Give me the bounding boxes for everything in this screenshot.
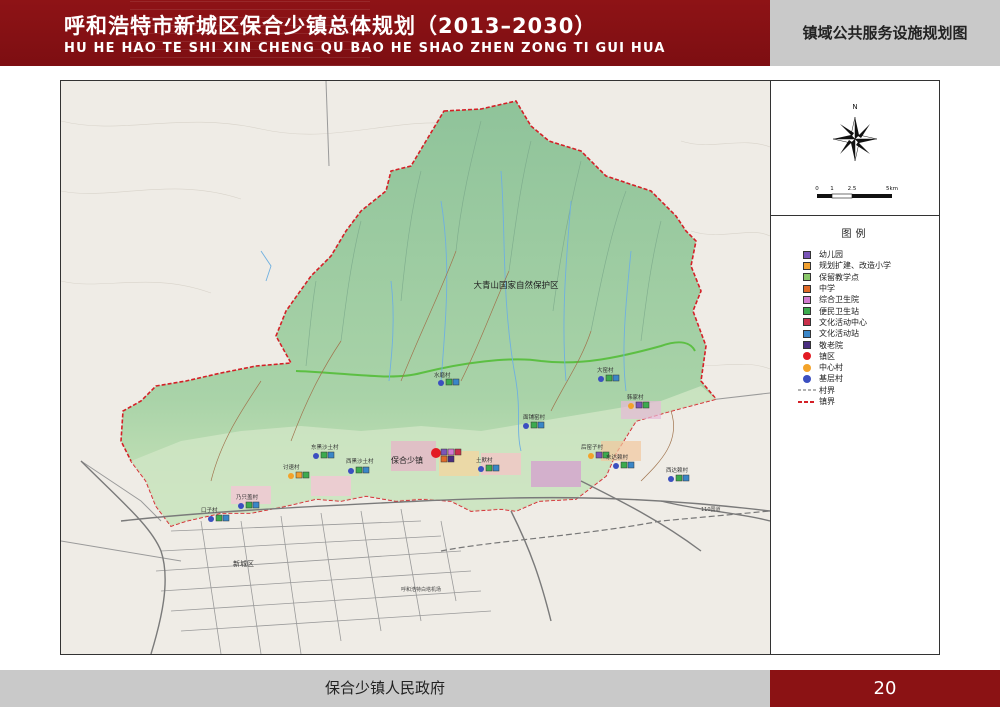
legend-list: 幼儿园 规划扩建、改造小学 保留教学点中学 综合卫生院 便民卫生站 文化活动中心 文化活动站… [798,249,891,407]
plan-title-pinyin: HU HE HAO TE SHI XIN CHENG QU BAO HE SHA… [64,41,666,56]
scale-label: 5km [886,186,898,192]
scale-bar: 0 1 2.5 5km [815,186,898,199]
legend-label: 文化活动中心 [819,317,867,327]
legend-item: 基层村 [798,373,891,384]
legend-item: 保留教学点 [798,272,891,283]
legend-label: 保留教学点 [819,272,859,282]
legend-item: 镇区 [798,351,891,362]
legend-label: 基层村 [819,374,843,384]
road-label: 呼和浩特白塔机场 [401,586,441,593]
village-marker [208,516,214,522]
legend-square-icon [798,340,816,350]
legend-item: 文化活动站 [798,328,891,339]
village-marker [523,423,529,429]
village-marker [288,473,294,479]
village-label: 讨速村 [283,463,300,471]
village-label: 乃只盖村 [236,493,259,501]
village-marker [238,503,244,509]
legend-item: 综合卫生院 [798,294,891,305]
legend-label: 综合卫生院 [819,295,859,305]
page-number: 20 [873,678,897,699]
header: 呼和浩特市新城区保合少镇总体规划（2013–2030） HU HE HAO TE… [0,0,1000,66]
village-label: 西黑沙土村 [346,457,374,465]
scale-label: 2.5 [848,186,857,192]
village-marker [598,376,604,382]
legend-square-icon [798,250,816,260]
legend-dot-icon [798,374,816,384]
north-arrow-icon: N 0 1 2.5 5km [815,103,898,199]
village-marker [438,380,444,386]
compass-box: N 0 1 2.5 5km [771,81,940,216]
town-label: 保合少镇 [391,455,423,465]
village-marker [668,476,674,482]
legend-square-icon [798,261,816,271]
legend-square-icon [798,329,816,339]
village-label: 后窑子村 [581,443,604,451]
xincheng-label: 新城区 [233,559,254,568]
plan-title: 呼和浩特市新城区保合少镇总体规划（2013–2030） [64,14,597,38]
legend-dashed-line-icon [798,385,816,395]
village-label: 土默村 [476,456,493,464]
map-canvas: 大青山国家自然保护区 保合少镇 新城区 水磨村 面铺窑村 大窑村 韩家村 后窑子… [61,81,770,654]
legend-square-icon [798,295,816,305]
legend-label: 幼儿园 [819,250,843,260]
legend-title: 图例 [841,229,870,240]
legend-square-icon [798,306,816,316]
footer-organization: 保合少镇人民政府 [324,679,445,697]
village-label: 大窑村 [597,366,614,374]
town-center-marker [431,448,441,458]
village-label: 口子村 [201,506,218,514]
legend-boundary-line-icon [798,397,816,407]
legend-label: 敬老院 [819,340,843,350]
legend-square-icon [798,317,816,327]
map-frame: 大青山国家自然保护区 保合少镇 新城区 水磨村 面铺窑村 大窑村 韩家村 后窑子… [60,80,940,655]
village-label: 东黑沙土村 [311,443,339,451]
scale-label: 1 [830,186,834,192]
legend-item: 幼儿园 [798,249,891,260]
side-panel: N 0 1 2.5 5km 图例 幼儿园 规划扩建、改造小学 保留教学点 中学 … [770,81,940,654]
legend-label: 便民卫生站 [819,306,859,316]
village-marker [588,453,594,459]
map-svg: 大青山国家自然保护区 保合少镇 新城区 水磨村 面铺窑村 大窑村 韩家村 后窑子… [61,81,770,654]
map-title: 镇域公共服务设施规划图 [802,24,968,42]
footer: 保合少镇人民政府 20 [0,670,1000,707]
legend-dot-icon [798,351,816,361]
legend-item: 中学 [798,283,891,294]
legend-dot-icon [798,363,816,373]
village-label: 面铺窑村 [523,413,546,421]
village-marker [628,403,634,409]
village-marker [613,463,619,469]
legend-label: 中心村 [819,363,843,373]
legend-item: 文化活动中心 [798,317,891,328]
village-label: 东达赖村 [606,453,629,461]
legend-item: 村界 [798,385,891,396]
legend-square-icon [798,272,816,282]
legend-item: 镇界 [798,396,891,407]
village-label: 韩家村 [627,393,644,401]
legend-label: 村界 [819,385,835,395]
village-label: 水磨村 [434,371,451,379]
village-label: 西达赖村 [666,466,689,474]
compass-rose-icon [832,116,878,162]
legend-label: 镇区 [819,351,835,361]
legend-square-icon [798,284,816,294]
village-marker [348,468,354,474]
legend-label: 镇界 [819,397,835,406]
legend-label: 文化活动站 [819,329,859,339]
road-label: 110国道 [701,506,721,513]
legend-label: 中学 [819,284,835,294]
north-label: N [852,103,857,111]
reserve-label: 大青山国家自然保护区 [473,280,559,291]
village-marker [313,453,319,459]
village-marker [478,466,484,472]
legend-item: 便民卫生站 [798,305,891,316]
scale-label: 0 [815,186,819,192]
legend-item: 敬老院 [798,339,891,350]
legend-item: 中心村 [798,362,891,373]
legend-item: 规划扩建、改造小学 [798,260,891,271]
legend-label: 规划扩建、改造小学 [819,261,891,271]
